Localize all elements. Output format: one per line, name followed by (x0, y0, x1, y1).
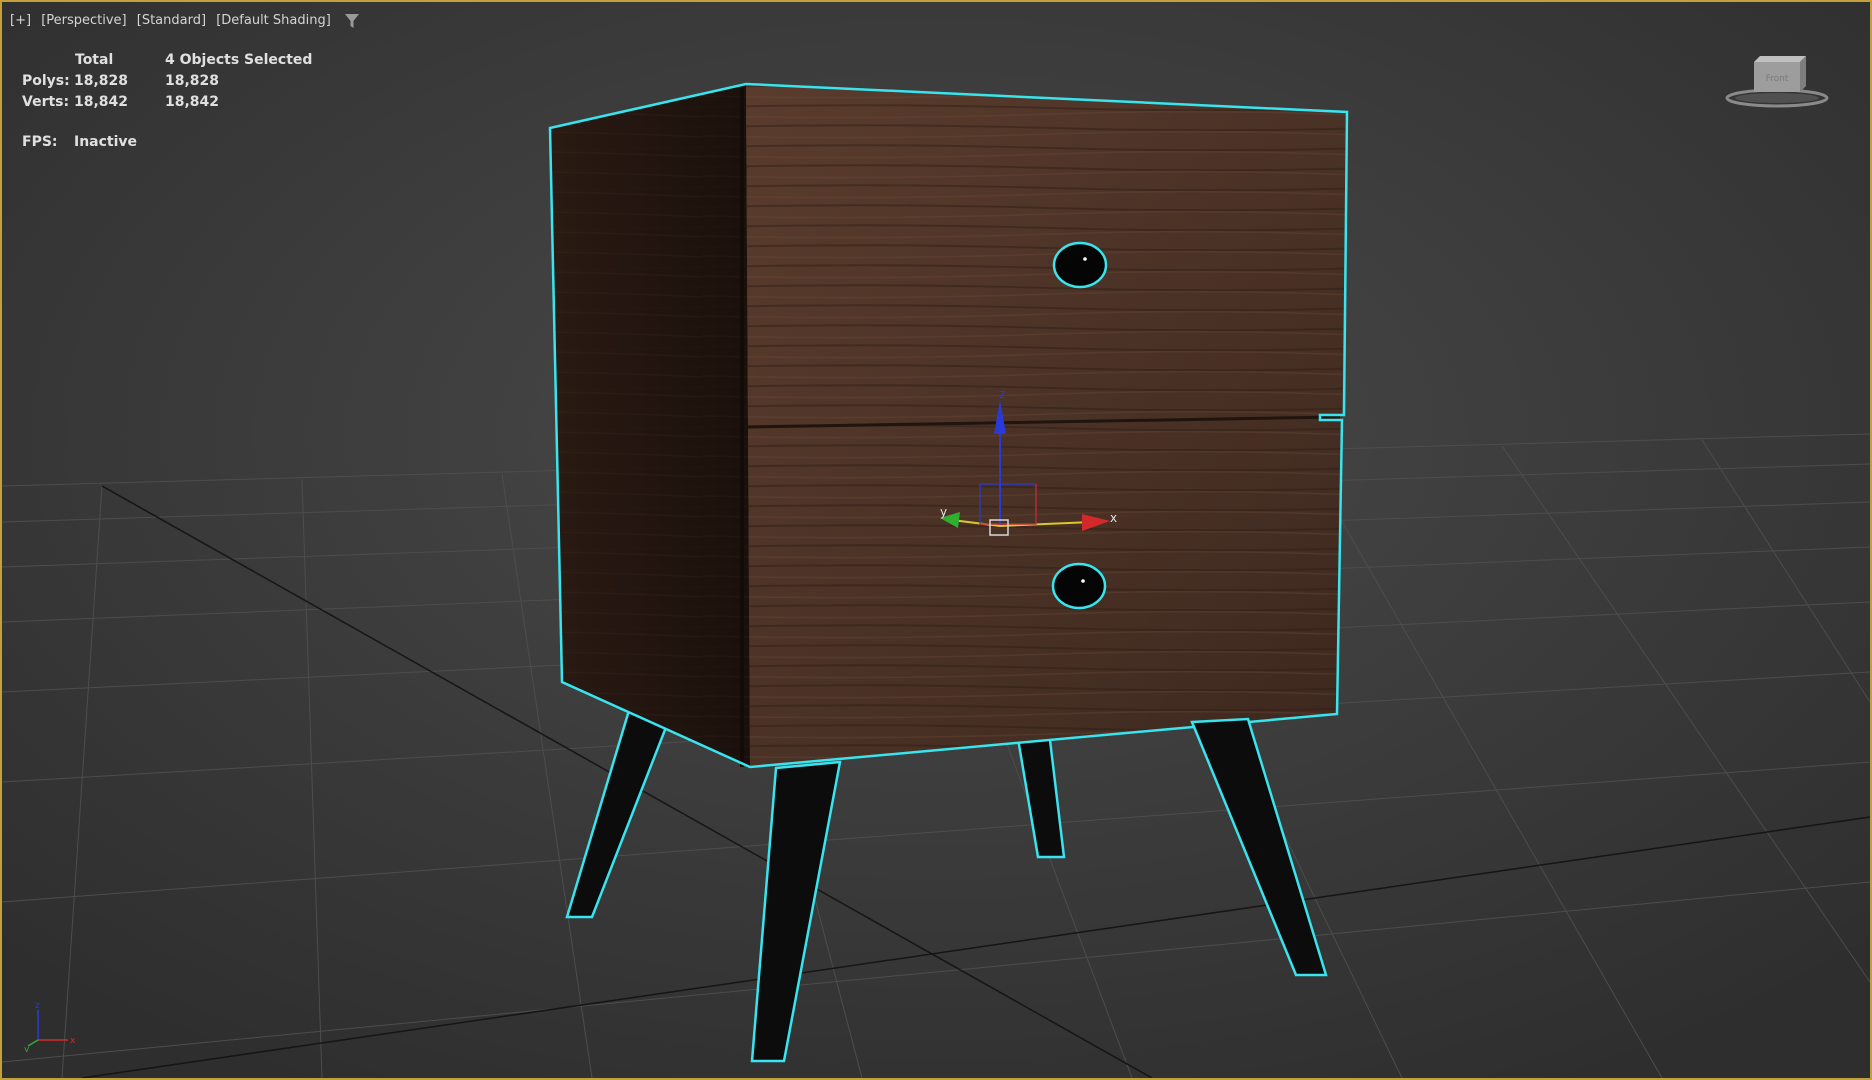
fps-value: Inactive (74, 134, 138, 150)
svg-text:z: z (35, 1001, 40, 1011)
viewport-label-menu: [+] [Perspective] [Standard] [Default Sh… (10, 13, 359, 28)
polys-label: Polys: (22, 73, 70, 89)
svg-text:x: x (70, 1036, 76, 1046)
viewcube-face-label: Front (1766, 74, 1789, 84)
fps-label: FPS: (22, 134, 58, 150)
svg-text:y: y (940, 505, 947, 519)
filter-icon[interactable] (344, 13, 359, 28)
verts-label: Verts: (22, 94, 70, 110)
svg-text:y: y (24, 1045, 30, 1052)
viewcube-icon[interactable]: Front (1722, 54, 1832, 114)
svg-text:x: x (1110, 511, 1117, 525)
drawer-knob-top (1052, 241, 1108, 289)
axis-triad-icon: z x y (24, 1001, 76, 1052)
perspective-viewport[interactable]: z x y [+] [Perspective] [Standard] [Defa… (0, 0, 1872, 1080)
nightstand-body[interactable] (548, 82, 1349, 769)
drawer-knob-bottom (1051, 562, 1107, 610)
viewport-plus-menu[interactable]: [+] (10, 13, 31, 28)
stats-total-header: Total (75, 52, 114, 68)
scene-canvas[interactable]: z x y (2, 2, 1870, 1078)
viewport-shading-menu[interactable]: [Default Shading] (216, 13, 331, 28)
svg-text:z: z (999, 387, 1005, 401)
polys-selected: 18,828 (165, 73, 220, 89)
verts-total: 18,842 (74, 94, 129, 110)
polys-total: 18,828 (74, 73, 129, 89)
viewport-standard-menu[interactable]: [Standard] (137, 13, 206, 28)
stats-selected-header: 4 Objects Selected (165, 52, 313, 68)
viewport-pov-menu[interactable]: [Perspective] (41, 13, 126, 28)
verts-selected: 18,842 (165, 94, 220, 110)
